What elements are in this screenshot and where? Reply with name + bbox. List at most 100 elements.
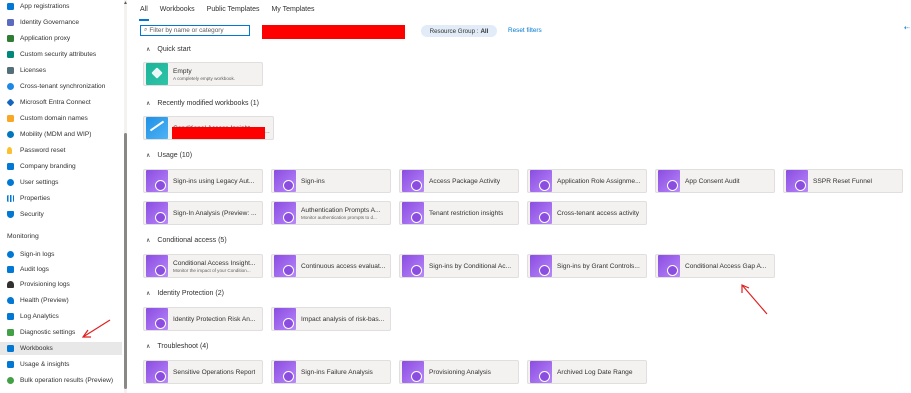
card-workbook-template[interactable]: Tenant restriction insights xyxy=(399,201,519,225)
section-recently-modified[interactable]: ∧ Recently modified workbooks (1) xyxy=(146,100,259,107)
sidebar-item-audit-logs[interactable]: Audit logs xyxy=(0,263,122,276)
search-box[interactable]: ⌕ xyxy=(140,25,250,36)
card-workbook-template[interactable]: Identity Protection Risk An... xyxy=(143,307,263,331)
identity-governance-icon xyxy=(7,19,14,26)
section-identity-protection[interactable]: ∧ Identity Protection (2) xyxy=(146,290,224,297)
sidebar-item-diagnostic-settings[interactable]: Diagnostic settings xyxy=(0,326,122,339)
workbook-globe-icon xyxy=(146,170,168,192)
sidebar-item-application-proxy[interactable]: Application proxy xyxy=(0,32,122,45)
card-title: Sign-ins Failure Analysis xyxy=(301,368,373,376)
card-empty[interactable]: Empty A completely empty workbook. xyxy=(143,62,263,86)
search-icon: ⌕ xyxy=(144,27,148,33)
section-quick-start[interactable]: ∧ Quick start xyxy=(146,46,191,53)
sidebar-item-cross-tenant-synchronization[interactable]: Cross-tenant synchronization xyxy=(0,80,122,93)
workbook-globe-icon xyxy=(530,255,552,277)
mobility-icon xyxy=(7,131,14,138)
sidebar-item-custom-security-attributes[interactable]: Custom security attributes xyxy=(0,48,122,61)
resource-group-label: Resource Group : xyxy=(429,27,479,35)
card-title: Sign-ins by Grant Controls... xyxy=(557,262,640,270)
card-workbook-template[interactable]: Provisioning Analysis xyxy=(399,360,519,384)
workbook-globe-icon xyxy=(146,308,168,330)
card-workbook-template[interactable]: Sign-ins by Conditional Ac... xyxy=(399,254,519,278)
audit-logs-icon xyxy=(7,266,14,273)
sidebar-item-licenses[interactable]: Licenses xyxy=(0,64,122,77)
password-reset-key-icon xyxy=(7,147,12,154)
workbook-globe-icon xyxy=(658,170,680,192)
workbook-globe-icon xyxy=(402,255,424,277)
card-workbook-template[interactable]: Sign-ins using Legacy Aut... xyxy=(143,169,263,193)
card-workbook-template[interactable]: App Consent Audit xyxy=(655,169,775,193)
sidebar-item-user-settings[interactable]: User settings xyxy=(0,176,122,189)
sidebar-item-mobility[interactable]: Mobility (MDM and WIP) xyxy=(0,128,122,141)
card-workbook-template[interactable]: Continuous access evaluat... xyxy=(271,254,391,278)
custom-domain-names-icon xyxy=(7,115,14,122)
card-workbook-template[interactable]: Sign-ins by Grant Controls... xyxy=(527,254,647,278)
sidebar-item-password-reset[interactable]: Password reset xyxy=(0,144,122,157)
sidebar-item-company-branding[interactable]: Company branding xyxy=(0,160,122,173)
card-workbook-template[interactable]: Sign-ins xyxy=(271,169,391,193)
user-settings-icon xyxy=(7,179,14,186)
health-heart-icon xyxy=(7,297,14,304)
sidebar-item-log-analytics[interactable]: Log Analytics xyxy=(0,310,122,323)
sidebar-scrollbar-thumb[interactable] xyxy=(124,133,127,389)
search-input[interactable] xyxy=(149,27,248,34)
scroll-up-arrow-icon[interactable]: ▲ xyxy=(123,0,128,6)
sidebar-item-identity-governance[interactable]: Identity Governance xyxy=(0,16,122,29)
card-title: Continuous access evaluat... xyxy=(301,262,386,270)
card-title: SSPR Reset Funnel xyxy=(813,177,873,185)
sidebar-item-workbooks[interactable]: Workbooks xyxy=(0,342,122,355)
tab-public-templates[interactable]: Public Templates xyxy=(207,6,260,18)
sidebar-item-sign-in-logs[interactable]: Sign-in logs xyxy=(0,248,122,261)
chevron-up-icon: ∧ xyxy=(146,238,151,244)
workbook-globe-icon xyxy=(146,202,168,224)
workbook-chart-icon xyxy=(146,117,168,139)
sidebar-nav: App registrations Identity Governance Ap… xyxy=(0,0,122,393)
section-troubleshoot[interactable]: ∧ Troubleshoot (4) xyxy=(146,343,209,350)
sidebar-item-provisioning-logs[interactable]: Provisioning logs xyxy=(0,278,122,291)
tab-all[interactable]: All xyxy=(139,6,149,21)
sidebar-item-bulk-operation-results[interactable]: Bulk operation results (Preview) xyxy=(0,374,122,387)
resource-group-value: All xyxy=(480,27,489,35)
sidebar-section-monitoring: Monitoring xyxy=(7,233,39,240)
section-usage[interactable]: ∧ Usage (10) xyxy=(146,152,192,159)
bulk-operation-icon xyxy=(7,377,14,384)
refresh-arrow-icon[interactable]: ⇠ xyxy=(904,24,910,32)
workbook-globe-icon xyxy=(274,308,296,330)
card-workbook-template[interactable]: Application Role Assignme... xyxy=(527,169,647,193)
sidebar-item-properties[interactable]: Properties xyxy=(0,192,122,205)
card-workbook-template[interactable]: SSPR Reset Funnel xyxy=(783,169,903,193)
tab-workbooks[interactable]: Workbooks xyxy=(160,6,195,18)
workbook-globe-icon xyxy=(274,255,296,277)
card-title: Sign-ins by Conditional Ac... xyxy=(429,262,512,270)
cross-tenant-sync-icon xyxy=(7,83,14,90)
card-title: Conditional Access Gap A... xyxy=(685,262,767,270)
app-registrations-icon xyxy=(7,3,14,10)
sidebar-item-usage-insights[interactable]: Usage & insights xyxy=(0,358,122,371)
sidebar-item-custom-domain-names[interactable]: Custom domain names xyxy=(0,112,122,125)
section-conditional-access[interactable]: ∧ Conditional access (5) xyxy=(146,237,227,244)
chevron-up-icon: ∧ xyxy=(146,344,151,350)
card-workbook-template[interactable]: Cross-tenant access activity xyxy=(527,201,647,225)
card-workbook-template[interactable]: Conditional Access Insight... Monitor the… xyxy=(143,254,263,278)
workbook-globe-icon xyxy=(530,361,552,383)
tab-my-templates[interactable]: My Templates xyxy=(271,6,314,18)
resource-group-filter[interactable]: Resource Group : All xyxy=(421,25,497,37)
card-title: Provisioning Analysis xyxy=(429,368,491,376)
card-workbook-template[interactable]: Impact analysis of risk-bas... xyxy=(271,307,391,331)
sidebar-item-entra-connect[interactable]: Microsoft Entra Connect xyxy=(0,96,122,109)
reset-filters-link[interactable]: Reset filters xyxy=(508,27,542,34)
workbook-globe-icon xyxy=(530,202,552,224)
card-workbook-template[interactable]: Archived Log Date Range xyxy=(527,360,647,384)
workbook-globe-icon xyxy=(274,170,296,192)
card-subtitle: Monitor the impact of your Condition... xyxy=(173,267,251,273)
card-workbook-template[interactable]: Access Package Activity xyxy=(399,169,519,193)
card-workbook-template[interactable]: Sign-ins Failure Analysis xyxy=(271,360,391,384)
sidebar-item-health[interactable]: Health (Preview) xyxy=(0,294,122,307)
card-workbook-template[interactable]: Sensitive Operations Report xyxy=(143,360,263,384)
chevron-up-icon: ∧ xyxy=(146,101,151,107)
card-conditional-access-gap-analyzer[interactable]: Conditional Access Gap A... xyxy=(655,254,775,278)
card-workbook-template[interactable]: Authentication Prompts A... Monitor authe… xyxy=(271,201,391,225)
sidebar-item-app-registrations[interactable]: App registrations xyxy=(0,0,122,13)
card-workbook-template[interactable]: Sign-In Analysis (Preview: ... xyxy=(143,201,263,225)
sidebar-item-security[interactable]: Security xyxy=(0,208,122,221)
